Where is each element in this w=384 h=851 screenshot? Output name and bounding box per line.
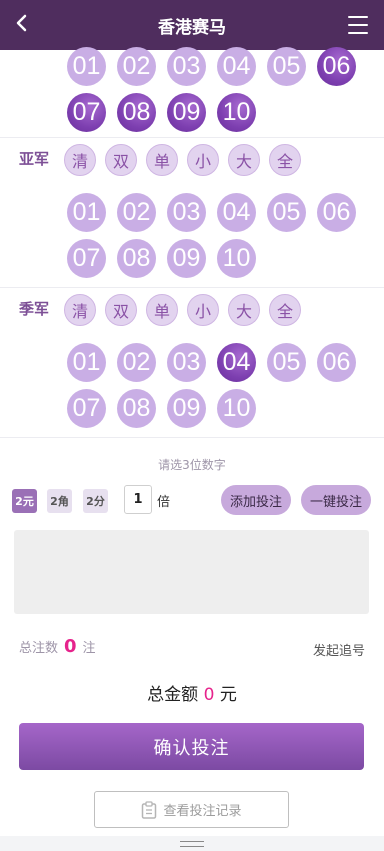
number-ball[interactable]: 09 (167, 389, 206, 428)
number-ball[interactable]: 10 (217, 93, 256, 132)
number-ball[interactable]: 06 (317, 193, 356, 232)
number-ball[interactable]: 06 (317, 47, 356, 86)
quick-select-button[interactable]: 单 (146, 144, 178, 176)
one-click-bet-button[interactable]: 一键投注 (301, 485, 371, 515)
number-ball[interactable]: 09 (167, 239, 206, 278)
row-label-second: 亚军 (19, 150, 50, 168)
number-ball[interactable]: 05 (267, 47, 306, 86)
unit-2jiao-button[interactable]: 2角 (47, 489, 72, 513)
number-ball[interactable]: 03 (167, 193, 206, 232)
number-ball[interactable]: 04 (217, 193, 256, 232)
total-amount-unit: 元 (219, 685, 237, 705)
number-ball[interactable]: 02 (117, 193, 156, 232)
number-ball[interactable]: 01 (67, 193, 106, 232)
top-bar: 香港赛马 (0, 0, 384, 50)
quick-select-button[interactable]: 清 (64, 294, 96, 326)
total-bets-label: 总注数 (19, 641, 59, 656)
clipboard-icon (142, 800, 157, 819)
number-ball[interactable]: 09 (167, 93, 206, 132)
menu-button[interactable] (348, 16, 368, 34)
quick-select-button[interactable]: 双 (105, 144, 137, 176)
total-bets-value: 0 (64, 636, 77, 657)
quick-select-button[interactable]: 小 (187, 294, 219, 326)
total-amount-label: 总金额 (147, 685, 199, 705)
unit-2fen-button[interactable]: 2分 (83, 489, 108, 513)
bet-records-button[interactable]: 查看投注记录 (94, 791, 289, 828)
number-ball[interactable]: 05 (267, 193, 306, 232)
ball-grid-third: 01 02 03 04 05 06 07 08 09 10 (67, 343, 367, 428)
selection-hint: 请选3位数字 (158, 458, 226, 472)
number-ball[interactable]: 03 (167, 47, 206, 86)
quick-select-button[interactable]: 大 (228, 144, 260, 176)
quick-select-button[interactable]: 清 (64, 144, 96, 176)
number-ball[interactable]: 02 (117, 343, 156, 382)
number-ball[interactable]: 07 (67, 389, 106, 428)
menu-icon-line (348, 32, 368, 34)
number-ball[interactable]: 08 (117, 389, 156, 428)
multiplier-suffix: 倍 (157, 495, 171, 510)
quick-select-button[interactable]: 小 (187, 144, 219, 176)
row-label-third: 季军 (19, 300, 50, 318)
quick-select-third: 清双单小大全 (64, 294, 301, 326)
confirm-bet-button[interactable]: 确认投注 (19, 723, 364, 770)
quick-select-second: 清双单小大全 (64, 144, 301, 176)
number-ball[interactable]: 01 (67, 47, 106, 86)
menu-icon-line (348, 24, 368, 26)
bet-records-label: 查看投注记录 (163, 804, 242, 819)
quick-select-button[interactable]: 单 (146, 294, 178, 326)
divider (0, 287, 384, 288)
chase-number-link[interactable]: 发起追号 (313, 640, 365, 659)
quick-select-button[interactable]: 双 (105, 294, 137, 326)
number-ball[interactable]: 10 (217, 389, 256, 428)
number-ball[interactable]: 07 (67, 239, 106, 278)
number-ball[interactable]: 05 (267, 343, 306, 382)
number-ball[interactable]: 02 (117, 47, 156, 86)
quick-select-button[interactable]: 全 (269, 294, 301, 326)
number-ball[interactable]: 01 (67, 343, 106, 382)
number-ball[interactable]: 08 (117, 93, 156, 132)
page-title: 香港赛马 (158, 17, 226, 38)
bottom-bar (0, 836, 384, 851)
divider (0, 137, 384, 138)
number-ball[interactable]: 08 (117, 239, 156, 278)
menu-icon-line (348, 16, 368, 18)
number-ball[interactable]: 04 (217, 47, 256, 86)
number-ball[interactable]: 10 (217, 239, 256, 278)
number-ball[interactable]: 06 (317, 343, 356, 382)
number-ball[interactable]: 03 (167, 343, 206, 382)
number-ball[interactable]: 04 (217, 343, 256, 382)
quick-select-button[interactable]: 大 (228, 294, 260, 326)
number-ball[interactable]: 07 (67, 93, 106, 132)
drag-handle-icon[interactable] (180, 841, 204, 847)
total-bets-unit: 注 (82, 641, 96, 656)
chevron-left-icon (16, 14, 27, 32)
divider (0, 437, 384, 438)
ball-grid-first: 01 02 03 04 05 06 07 08 09 10 (67, 47, 367, 132)
add-bet-button[interactable]: 添加投注 (221, 485, 291, 515)
back-button[interactable] (10, 9, 32, 37)
ball-grid-second: 01 02 03 04 05 06 07 08 09 10 (67, 193, 367, 278)
multiplier-input[interactable]: 1 (124, 485, 152, 514)
page: 香港赛马 01 02 03 04 05 06 07 08 09 10 亚军 清双单小大全 01 02… (0, 0, 384, 851)
bet-list-area (14, 530, 369, 614)
quick-select-button[interactable]: 全 (269, 144, 301, 176)
total-amount-value: 0 (203, 685, 215, 705)
total-amount: 总金额 0 元 (0, 680, 384, 705)
unit-2yuan-button[interactable]: 2元 (12, 489, 37, 513)
total-bets: 总注数 0 注 (19, 636, 96, 657)
